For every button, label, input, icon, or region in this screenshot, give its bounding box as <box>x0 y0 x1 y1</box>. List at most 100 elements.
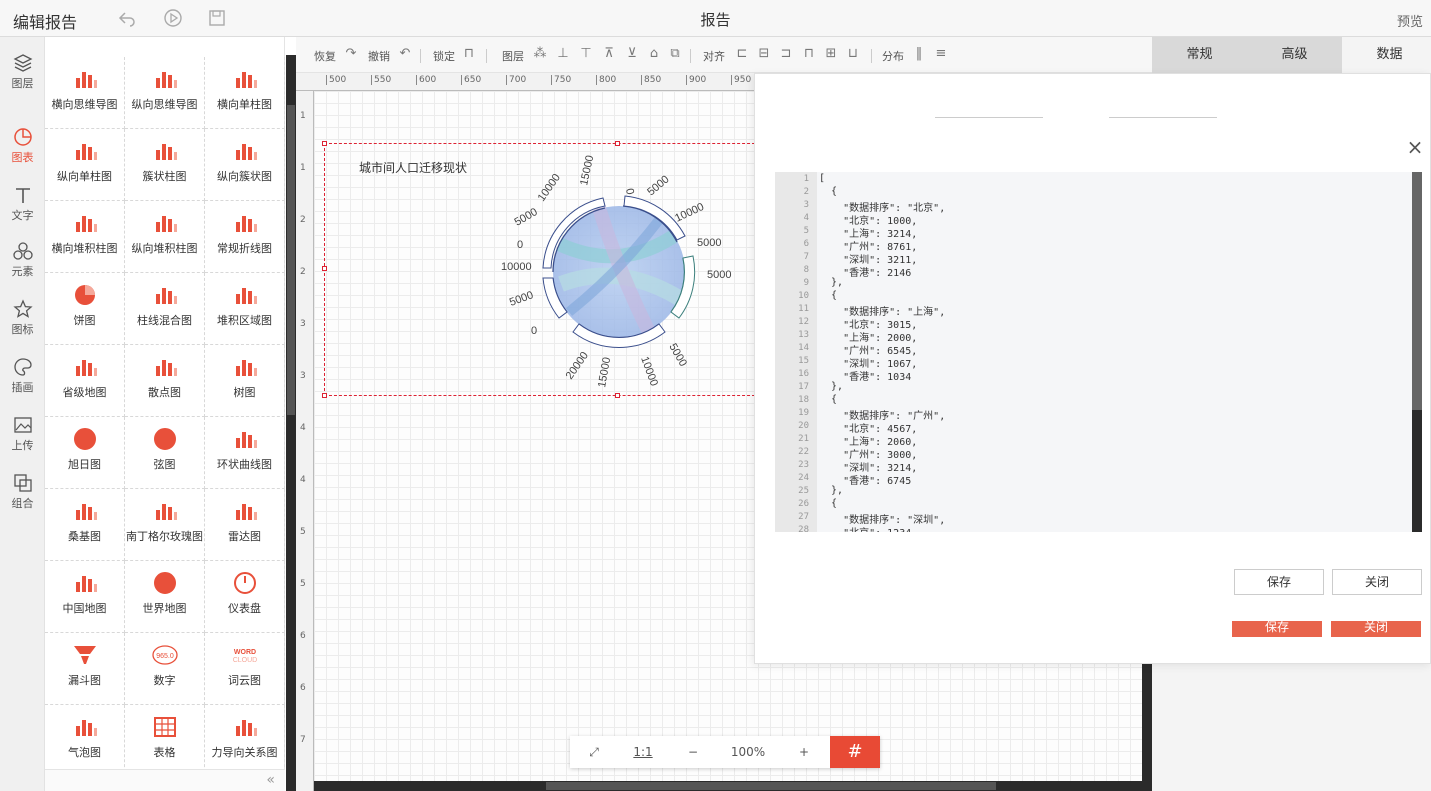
palette-item[interactable]: 气泡图 <box>45 705 125 777</box>
align-center-icon[interactable]: ⊟ <box>757 46 771 62</box>
palette-item[interactable]: 仪表盘 <box>205 561 285 633</box>
palette-item[interactable]: 纵向堆积柱图 <box>125 201 205 273</box>
palette-item[interactable]: 纵向单柱图 <box>45 129 125 201</box>
close-button[interactable]: 关闭 <box>1332 569 1422 595</box>
nav-item-text[interactable]: 文字 <box>0 177 45 233</box>
palette-item-label: 省级地图 <box>62 386 107 399</box>
ruler-label: 6 <box>300 631 306 641</box>
preview-button[interactable]: 预览 <box>1397 11 1423 30</box>
save-button-secondary[interactable]: 保存 <box>1232 621 1322 637</box>
layer-group-icon[interactable]: ⁂ <box>533 46 547 62</box>
palette-item-label: 旭日图 <box>68 458 101 471</box>
nav-item-elements[interactable]: 元素 <box>0 233 45 289</box>
lock-button[interactable]: 锁定 <box>433 48 455 64</box>
canvas-vertical-scrollbar[interactable] <box>1142 650 1152 791</box>
undo-button[interactable]: 撤销 <box>368 48 390 64</box>
nav-item-illustration[interactable]: 插画 <box>0 349 45 405</box>
ruler-label: 3 <box>300 371 306 381</box>
ruler-label: 900 <box>686 75 706 85</box>
canvas-toolbar: 恢复 ↷ 撤销 ↶ 锁定 ⊓ 图层 ⁂ ⊥ ⊤ ⊼ ⊻ ⌂ ⧉ 对齐 ⊏ ⊟ ⊐… <box>296 37 1152 73</box>
zoom-out-button[interactable]: − <box>668 736 718 768</box>
palette-item[interactable]: 雷达图 <box>205 489 285 561</box>
palette-item[interactable]: 力导向关系图 <box>205 705 285 777</box>
bring-forward-icon[interactable]: ⊥ <box>556 46 570 62</box>
line-number: 17 <box>798 382 809 392</box>
palette-item[interactable]: 桑基图 <box>45 489 125 561</box>
pie-icon <box>74 285 95 305</box>
palette-item[interactable]: 环状曲线图 <box>205 417 285 489</box>
chord-tick-label: 5000 <box>645 173 671 198</box>
palette-item[interactable]: 漏斗图 <box>45 633 125 705</box>
table-icon <box>153 717 176 737</box>
palette-item[interactable]: 旭日图 <box>45 417 125 489</box>
send-to-back-icon[interactable]: ⊻ <box>625 46 639 62</box>
palette-item[interactable]: 横向堆积柱图 <box>45 201 125 273</box>
copy-icon[interactable]: ⧉ <box>668 46 682 62</box>
palette-item[interactable]: 纵向思维导图 <box>125 57 205 129</box>
lock-icon[interactable]: ⊓ <box>462 46 476 62</box>
close-icon[interactable]: × <box>1406 137 1424 157</box>
align-left-icon[interactable]: ⊏ <box>735 46 749 62</box>
close-button-secondary[interactable]: 关闭 <box>1331 621 1421 637</box>
palette-scrollbar[interactable] <box>286 55 296 791</box>
palette-item-label: 饼图 <box>73 314 96 327</box>
palette-item[interactable]: WORD CLOUD 词云图 <box>205 633 285 705</box>
palette-item[interactable]: 柱线混合图 <box>125 273 205 345</box>
chord-chart-widget[interactable]: 城市间人口迁移现状 15000 10000 5000 0 10000 5000 … <box>322 141 760 398</box>
resize-handle[interactable] <box>322 266 327 271</box>
nav-item-icons[interactable]: 图标 <box>0 291 45 347</box>
palette-item[interactable]: 省级地图 <box>45 345 125 417</box>
tab-data[interactable]: 数据 <box>1342 37 1431 73</box>
palette-item-label: 中国地图 <box>62 602 107 615</box>
palette-item[interactable]: 树图 <box>205 345 285 417</box>
palette-item[interactable]: 常规折线图 <box>205 201 285 273</box>
resize-handle[interactable] <box>322 393 327 398</box>
tab-advanced[interactable]: 高级 <box>1247 37 1342 73</box>
palette-item[interactable]: 堆积区域图 <box>205 273 285 345</box>
align-middle-icon[interactable]: ⊞ <box>824 46 838 62</box>
save-button[interactable]: 保存 <box>1234 569 1324 595</box>
nav-item-upload[interactable]: 上传 <box>0 407 45 463</box>
tab-general[interactable]: 常规 <box>1152 37 1247 73</box>
palette-item[interactable]: 表格 <box>125 705 205 777</box>
palette-item[interactable]: 中国地图 <box>45 561 125 633</box>
fit-screen-icon[interactable]: ⤢ <box>570 736 618 768</box>
redo-icon[interactable]: ↷ <box>344 46 358 62</box>
collapse-icon[interactable]: « <box>266 772 275 788</box>
palette-item[interactable]: 纵向簇状图 <box>205 129 285 201</box>
palette-item[interactable]: 横向单柱图 <box>205 57 285 129</box>
palette-item[interactable]: 965.0 数字 <box>125 633 205 705</box>
send-backward-icon[interactable]: ⊤ <box>579 46 593 62</box>
actual-size-button[interactable]: 1:1 <box>618 736 668 768</box>
resize-handle[interactable] <box>322 141 327 146</box>
palette-collapse[interactable]: « <box>45 769 285 791</box>
grid-toggle-icon[interactable]: # <box>830 736 880 768</box>
bring-to-front-icon[interactable]: ⊼ <box>602 46 616 62</box>
palette-item[interactable]: 南丁格尔玫瑰图 <box>125 489 205 561</box>
redo-button[interactable]: 恢复 <box>314 48 336 64</box>
palette-item-label: 词云图 <box>228 674 261 687</box>
align-right-icon[interactable]: ⊐ <box>779 46 793 62</box>
editor-scrollbar[interactable] <box>1412 172 1422 532</box>
palette-item[interactable]: 饼图 <box>45 273 125 345</box>
line-number: 6 <box>803 239 809 249</box>
nav-item-charts[interactable]: 图表 <box>0 119 45 175</box>
nav-item-layers[interactable]: 图层 <box>0 45 45 101</box>
palette-item[interactable]: 簇状柱图 <box>125 129 205 201</box>
canvas-horizontal-scrollbar[interactable] <box>314 781 1142 791</box>
distribute-horizontal-icon[interactable]: ‖ <box>912 46 926 62</box>
palette-item[interactable]: 世界地图 <box>125 561 205 633</box>
palette-item[interactable]: 散点图 <box>125 345 205 417</box>
align-top-icon[interactable]: ⊓ <box>802 46 816 62</box>
funnel-icon <box>73 646 96 664</box>
palette-item[interactable]: 弦图 <box>125 417 205 489</box>
delete-icon[interactable]: ⌂ <box>647 46 661 62</box>
distribute-vertical-icon[interactable]: ≡ <box>934 46 948 62</box>
province-map-icon <box>75 360 97 376</box>
align-bottom-icon[interactable]: ⊔ <box>846 46 860 62</box>
json-editor[interactable]: 1 2 3 4 5 6 7 8 9 10 11 12 13 14 15 16 17 18 19 20 21 22 23 24 2… <box>775 172 1422 532</box>
undo-icon[interactable]: ↶ <box>398 46 412 62</box>
palette-item[interactable]: 横向思维导图 <box>45 57 125 129</box>
nav-item-group[interactable]: 组合 <box>0 465 45 521</box>
zoom-in-button[interactable]: + <box>778 736 830 768</box>
